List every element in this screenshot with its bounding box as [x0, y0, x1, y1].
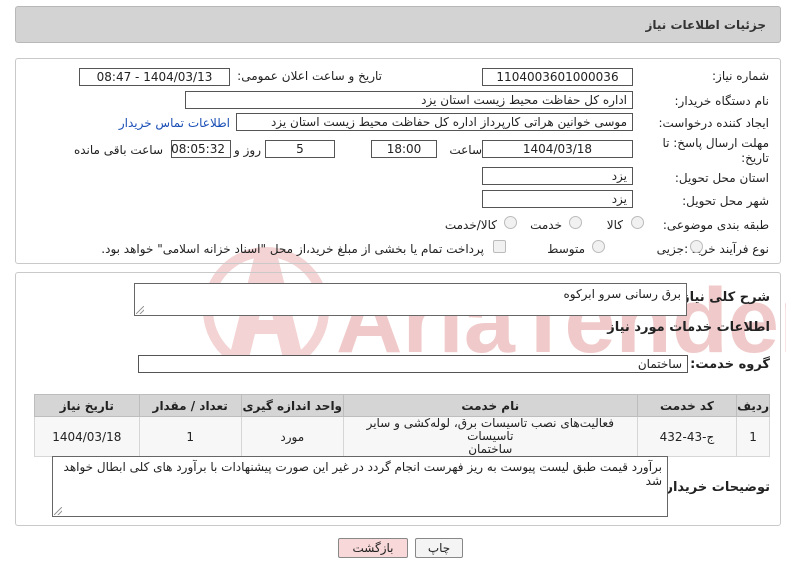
city-field: یزد	[482, 190, 633, 208]
table-header-row: ردیف کد خدمت نام خدمت واحد اندازه گیری ت…	[34, 394, 770, 417]
days-field: 5	[265, 140, 335, 158]
remaining-time-field: 08:05:32	[171, 140, 231, 158]
col-qty: تعداد / مقدار	[138, 394, 242, 417]
cell-name: فعالیت‌های نصب تاسیسات برق، لوله‌کشی و س…	[342, 416, 638, 457]
col-code: کد خدمت	[636, 394, 738, 417]
buyer-org-field: اداره کل حفاظت محیط زیست استان یزد	[185, 91, 633, 109]
process-radio-medium[interactable]	[592, 240, 605, 253]
summary-textarea[interactable]: برق رسانی سرو ابرکوه	[134, 283, 687, 316]
cell-unit: مورد	[240, 416, 344, 457]
buyer-notes-textarea[interactable]: برآورد قیمت طبق لیست پیوست به ریز فهرست …	[52, 456, 668, 517]
category-option-goods-service: کالا/خدمت	[444, 218, 497, 232]
col-row: ردیف	[736, 394, 770, 417]
process-option-medium: متوسط	[547, 242, 585, 256]
days-label: روز و	[234, 143, 261, 157]
cell-qty: 1	[138, 416, 242, 457]
col-name: نام خدمت	[342, 394, 638, 417]
buyer-notes-label: توضیحات خریدار:	[660, 480, 770, 495]
table-row: 1 ج-43-432 فعالیت‌های نصب تاسیسات برق، ل…	[34, 416, 770, 457]
category-radio-service[interactable]	[569, 216, 582, 229]
category-label: طبقه بندی موضوعی:	[662, 218, 769, 232]
services-table: ردیف کد خدمت نام خدمت واحد اندازه گیری ت…	[34, 394, 770, 457]
buyer-org-label: نام دستگاه خریدار:	[674, 94, 770, 108]
process-radio-minor[interactable]	[690, 240, 703, 253]
service-group-field: ساختمان	[138, 355, 688, 373]
summary-label: شرح کلی نیاز:	[676, 290, 770, 305]
province-label: استان محل تحویل:	[674, 171, 769, 185]
need-number-field: 1104003601000036	[482, 68, 633, 86]
deadline-label-2: تاریخ:	[741, 151, 769, 165]
cell-code: ج-43-432	[636, 416, 738, 457]
cell-date: 1404/03/18	[34, 416, 140, 457]
process-option-minor: جزیی	[656, 242, 684, 256]
deadline-time-label: ساعت	[449, 143, 482, 157]
services-title: اطلاعات خدمات مورد نیاز	[607, 320, 770, 335]
city-label: شهر محل تحویل:	[682, 194, 769, 208]
buyer-contact-link[interactable]: اطلاعات تماس خریدار	[119, 116, 230, 130]
announce-datetime-field: 1404/03/13 - 08:47	[79, 68, 230, 86]
province-field: یزد	[482, 167, 633, 185]
category-radio-goods-service[interactable]	[504, 216, 517, 229]
need-number-label: شماره نیاز:	[712, 69, 769, 83]
panel-header: جزئیات اطلاعات نیاز	[15, 6, 781, 43]
service-group-label: گروه خدمت:	[690, 357, 770, 372]
need-info-section	[15, 58, 781, 264]
remaining-label: ساعت باقی مانده	[73, 143, 163, 157]
deadline-label-1: مهلت ارسال پاسخ: تا	[662, 136, 769, 150]
col-date: تاریخ نیاز	[34, 394, 140, 417]
deadline-date-field: 1404/03/18	[482, 140, 633, 158]
buyer-notes-text: برآورد قیمت طبق لیست پیوست به ریز فهرست …	[63, 460, 662, 488]
col-unit: واحد اندازه گیری	[240, 394, 344, 417]
category-option-service: خدمت	[530, 218, 562, 232]
cell-name-line-2: ساختمان	[468, 442, 513, 456]
category-option-goods: کالا	[606, 218, 623, 232]
category-radio-goods[interactable]	[631, 216, 644, 229]
payment-note: پرداخت تمام یا بخشی از مبلغ خرید،از محل …	[101, 242, 484, 256]
creator-field: موسی خوانین هراتی کارپرداز اداره کل حفاظ…	[236, 113, 633, 131]
cell-name-line-1: فعالیت‌های نصب تاسیسات برق، لوله‌کشی و س…	[366, 416, 614, 443]
deadline-time-field: 18:00	[371, 140, 437, 158]
cell-index: 1	[736, 416, 770, 457]
resize-handle[interactable]	[136, 306, 144, 314]
announce-label: تاریخ و ساعت اعلان عمومی:	[237, 69, 382, 83]
summary-text: برق رسانی سرو ابرکوه	[563, 287, 681, 301]
payment-checkbox[interactable]	[493, 240, 506, 253]
resize-handle[interactable]	[54, 507, 62, 515]
creator-label: ایجاد کننده درخواست:	[658, 116, 769, 130]
print-button[interactable]: چاپ	[415, 538, 463, 558]
back-button[interactable]: بازگشت	[338, 538, 408, 558]
panel-title: جزئیات اطلاعات نیاز	[645, 18, 766, 32]
